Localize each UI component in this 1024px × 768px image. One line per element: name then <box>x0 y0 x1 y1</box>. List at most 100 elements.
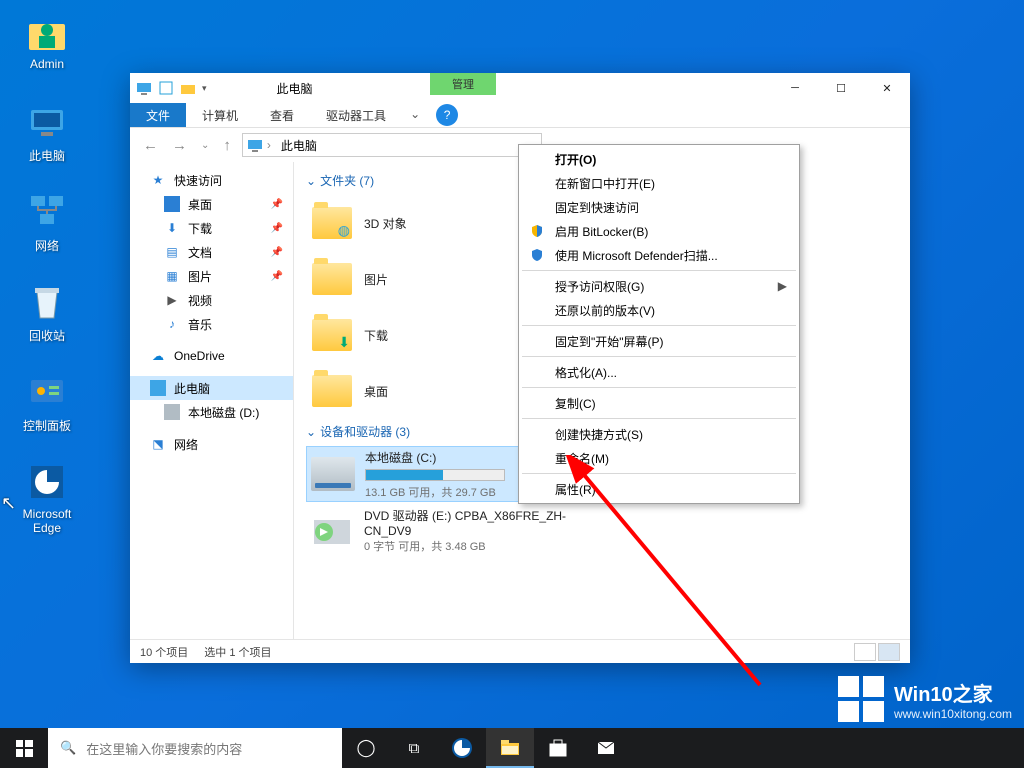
taskbar-explorer[interactable] <box>486 728 534 768</box>
desktop-label: Admin <box>10 57 84 71</box>
recycle-bin-icon <box>25 280 69 324</box>
sidebar-item-videos[interactable]: ▶视频 <box>130 288 293 312</box>
ribbon-expand-icon[interactable]: ⌄ <box>402 103 428 127</box>
sidebar-network[interactable]: ⬔网络 <box>130 432 293 456</box>
nav-back-button[interactable]: ← <box>140 137 161 154</box>
pin-icon: 📌 <box>271 247 283 258</box>
desktop-label: 网络 <box>10 237 84 254</box>
ribbon-file[interactable]: 文件 <box>130 103 186 127</box>
menu-copy[interactable]: 复制(C) <box>521 391 797 415</box>
folder-icon <box>310 257 354 301</box>
task-view-button[interactable]: ⧉ <box>390 728 438 768</box>
pin-icon: 📌 <box>271 271 283 282</box>
menu-format[interactable]: 格式化(A)... <box>521 360 797 384</box>
sidebar-local-disk-d[interactable]: 本地磁盘 (D:) <box>130 400 293 424</box>
nav-forward-button[interactable]: → <box>169 137 190 154</box>
dvd-drive-e[interactable]: DVD 驱动器 (E:) CPBA_X86FRE_ZH-CN_DV9 0 字节 … <box>306 502 606 558</box>
desktop-icon-recycle-bin[interactable]: 回收站 <box>10 280 84 344</box>
sidebar-this-pc[interactable]: 此电脑 <box>130 376 293 400</box>
menu-pin-quick-access[interactable]: 固定到快速访问 <box>521 195 797 219</box>
context-menu: 打开(O) 在新窗口中打开(E) 固定到快速访问 启用 BitLocker(B)… <box>518 144 800 504</box>
sidebar-item-desktop[interactable]: 桌面📌 <box>130 192 293 216</box>
sidebar-item-documents[interactable]: ▤文档📌 <box>130 240 293 264</box>
menu-pin-start[interactable]: 固定到"开始"屏幕(P) <box>521 329 797 353</box>
breadcrumb[interactable]: 此电脑 <box>275 137 323 154</box>
drive-c[interactable]: 本地磁盘 (C:) 13.1 GB 可用，共 29.7 GB <box>306 446 536 502</box>
folder-downloads[interactable]: ⬇下载 <box>306 307 536 363</box>
maximize-button[interactable]: ☐ <box>818 73 864 103</box>
sidebar-item-music[interactable]: ♪音乐 <box>130 312 293 336</box>
start-button[interactable] <box>0 728 48 768</box>
defender-icon <box>529 247 545 263</box>
taskbar-edge[interactable] <box>438 728 486 768</box>
close-button[interactable]: ✕ <box>864 73 910 103</box>
sidebar-onedrive[interactable]: ☁OneDrive <box>130 344 293 368</box>
control-panel-icon <box>25 370 69 414</box>
nav-up-button[interactable]: ↑ <box>220 137 234 154</box>
status-item-count: 10 个项目 <box>140 644 188 660</box>
menu-defender-scan[interactable]: 使用 Microsoft Defender扫描... <box>521 243 797 267</box>
pictures-icon: ▦ <box>164 268 180 284</box>
pin-icon: 📌 <box>271 223 283 234</box>
drive-icon <box>164 404 180 420</box>
qat-new-folder-icon[interactable] <box>180 80 196 96</box>
menu-open-new-window[interactable]: 在新窗口中打开(E) <box>521 171 797 195</box>
videos-icon: ▶ <box>164 292 180 308</box>
sidebar-item-downloads[interactable]: ⬇下载📌 <box>130 216 293 240</box>
ribbon-contextual-manage[interactable]: 管理 <box>430 73 496 95</box>
shield-icon <box>529 223 545 239</box>
user-folder-icon <box>25 10 69 54</box>
folder-desktop[interactable]: 桌面 <box>306 363 536 419</box>
desktop-icon-admin[interactable]: Admin <box>10 10 84 71</box>
desktop-icon-control-panel[interactable]: 控制面板 <box>10 370 84 434</box>
menu-properties[interactable]: 属性(R) <box>521 477 797 501</box>
taskbar-store[interactable] <box>534 728 582 768</box>
menu-create-shortcut[interactable]: 创建快捷方式(S) <box>521 422 797 446</box>
address-box[interactable]: › 此电脑 ⌄ <box>242 133 542 157</box>
titlebar: ▾ 此电脑 ─ ☐ ✕ <box>130 73 910 103</box>
taskbar: 🔍 在这里输入你要搜索的内容 ◯ ⧉ <box>0 728 1024 768</box>
status-selection: 选中 1 个项目 <box>204 644 271 660</box>
pc-icon <box>247 137 263 153</box>
menu-bitlocker[interactable]: 启用 BitLocker(B) <box>521 219 797 243</box>
ribbon-tab-computer[interactable]: 计算机 <box>186 103 254 127</box>
downloads-icon: ⬇ <box>164 220 180 236</box>
minimize-button[interactable]: ─ <box>772 73 818 103</box>
view-tiles-button[interactable] <box>878 643 900 661</box>
window-title: 此电脑 <box>277 80 313 97</box>
drive-icon <box>311 452 355 496</box>
qat-properties-icon[interactable] <box>158 80 174 96</box>
drive-usage-bar <box>365 469 505 481</box>
desktop-icon-this-pc[interactable]: 此电脑 <box>10 100 84 164</box>
desktop-icon-edge[interactable]: Microsoft Edge <box>10 460 84 535</box>
folder-3d-objects[interactable]: ◍3D 对象 <box>306 195 536 251</box>
network-icon: ⬔ <box>150 436 166 452</box>
submenu-arrow-icon: ▶ <box>778 279 787 293</box>
search-placeholder: 在这里输入你要搜索的内容 <box>86 739 242 758</box>
view-details-button[interactable] <box>854 643 876 661</box>
menu-restore-previous[interactable]: 还原以前的版本(V) <box>521 298 797 322</box>
menu-open[interactable]: 打开(O) <box>521 147 797 171</box>
sidebar-item-pictures[interactable]: ▦图片📌 <box>130 264 293 288</box>
menu-rename[interactable]: 重命名(M) <box>521 446 797 470</box>
desktop-label: 回收站 <box>10 327 84 344</box>
ribbon-tab-drive-tools[interactable]: 驱动器工具 <box>310 103 402 127</box>
desktop-icon-network[interactable]: 网络 <box>10 190 84 254</box>
taskbar-search-input[interactable]: 🔍 在这里输入你要搜索的内容 <box>48 728 342 768</box>
folder-icon: ◍ <box>310 201 354 245</box>
status-bar: 10 个项目 选中 1 个项目 <box>130 639 910 663</box>
ribbon-tab-view[interactable]: 查看 <box>254 103 310 127</box>
desktop-label: 此电脑 <box>10 147 84 164</box>
menu-give-access[interactable]: 授予访问权限(G)▶ <box>521 274 797 298</box>
nav-history-button[interactable]: ⌄ <box>198 140 212 151</box>
taskbar-mail[interactable] <box>582 728 630 768</box>
folder-pictures[interactable]: 图片 <box>306 251 536 307</box>
star-icon: ★ <box>150 172 166 188</box>
qat-dropdown-icon[interactable]: ▾ <box>202 83 207 94</box>
help-button[interactable]: ? <box>436 104 458 126</box>
search-icon: 🔍 <box>60 740 76 756</box>
sidebar-quick-access[interactable]: ★快速访问 <box>130 168 293 192</box>
pc-icon <box>136 80 152 96</box>
cortana-button[interactable]: ◯ <box>342 728 390 768</box>
folder-icon: ⬇ <box>310 313 354 357</box>
